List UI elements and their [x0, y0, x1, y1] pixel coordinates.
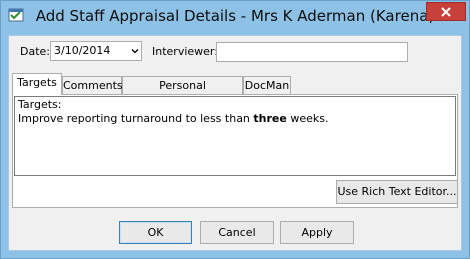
- apply-button[interactable]: Apply: [280, 221, 354, 244]
- tab-comments[interactable]: Comments: [62, 76, 123, 95]
- tab-personal-development[interactable]: Personal Development: [122, 76, 243, 110]
- dialog-content: Date: 3/10/2014 Interviewer: Targets Com…: [8, 35, 462, 251]
- close-button[interactable]: [426, 2, 466, 21]
- editor-text-suffix: weeks.: [286, 112, 329, 125]
- title-bar[interactable]: Add Staff Appraisal Details - Mrs K Ader…: [1, 1, 469, 35]
- tab-targets[interactable]: Targets: [12, 73, 62, 95]
- targets-text-editor[interactable]: Targets: Improve reporting turnaround to…: [14, 96, 456, 176]
- interviewer-label: Interviewer:: [152, 45, 218, 58]
- editor-text-prefix: Improve reporting turnaround to less tha…: [18, 112, 254, 125]
- editor-text-bold: three: [253, 112, 287, 125]
- tab-docman[interactable]: DocMan: [243, 76, 291, 95]
- close-icon: [441, 6, 451, 17]
- ok-button[interactable]: OK: [119, 221, 192, 244]
- window-title: Add Staff Appraisal Details - Mrs K Ader…: [35, 7, 435, 25]
- editor-line-heading: Targets:: [18, 98, 62, 111]
- dialog-window: Add Staff Appraisal Details - Mrs K Ader…: [0, 0, 470, 259]
- editor-line-body: Improve reporting turnaround to less tha…: [18, 112, 452, 126]
- interviewer-field[interactable]: [216, 42, 408, 62]
- chevron-down-icon[interactable]: [131, 47, 139, 55]
- cancel-button[interactable]: Cancel: [200, 221, 274, 244]
- date-picker[interactable]: 3/10/2014: [50, 41, 142, 61]
- date-label: Date:: [20, 45, 50, 58]
- use-rich-text-editor-button[interactable]: Use Rich Text Editor...: [336, 180, 458, 204]
- date-value: 3/10/2014: [54, 44, 111, 57]
